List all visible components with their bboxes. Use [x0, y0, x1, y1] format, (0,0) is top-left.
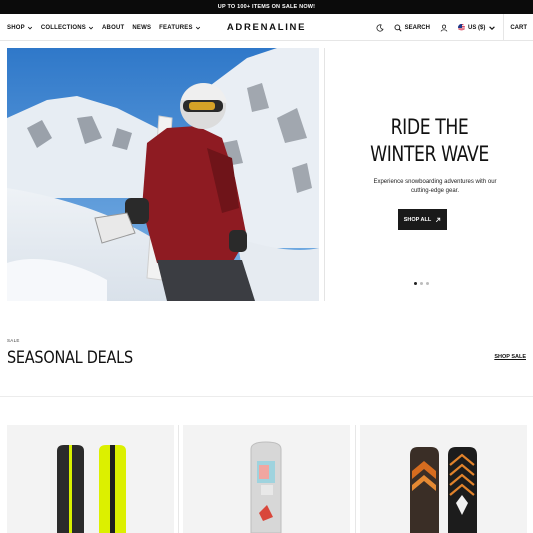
- chevron-down-icon: [489, 25, 496, 30]
- main-nav: SHOP COLLECTIONS ABOUT NEWS FEATURES: [7, 14, 201, 41]
- slide-dot-2[interactable]: [420, 282, 423, 285]
- nav-news-label: NEWS: [132, 24, 152, 31]
- arrow-up-right-icon: [436, 217, 441, 222]
- hero-title-line-1: RIDE THE: [390, 115, 469, 139]
- theme-toggle-button[interactable]: [371, 14, 389, 41]
- hero-title: RIDE THE WINTER WAVE: [345, 114, 515, 168]
- currency-selector[interactable]: US ($): [453, 14, 501, 41]
- chevron-down-icon: [195, 26, 200, 29]
- hero-subtitle: Experience snowboarding adventures with …: [350, 178, 520, 196]
- snowboarder-photo: [7, 48, 319, 301]
- section-divider: [0, 396, 533, 397]
- hero-divider: [324, 48, 325, 301]
- account-button[interactable]: [435, 14, 453, 41]
- hero-text-panel: RIDE THE WINTER WAVE Experience snowboar…: [326, 48, 533, 301]
- search-label: SEARCH: [404, 24, 430, 31]
- account-icon: [440, 24, 448, 32]
- nav-collections-label: COLLECTIONS: [40, 24, 87, 31]
- slide-dots: [414, 282, 429, 285]
- search-icon: [394, 24, 402, 32]
- product-card-2[interactable]: [183, 425, 350, 533]
- search-button[interactable]: SEARCH: [389, 14, 435, 41]
- hero-image: [7, 48, 319, 301]
- product-card-1[interactable]: [7, 425, 174, 533]
- nav-collections[interactable]: COLLECTIONS: [41, 25, 94, 31]
- chevron-down-icon: [88, 26, 94, 29]
- nav-news[interactable]: NEWS: [132, 25, 151, 31]
- shop-all-button[interactable]: SHOP ALL: [398, 209, 447, 230]
- announcement-text: UP TO 100+ ITEMS ON SALE NOW!: [217, 4, 316, 10]
- hero-subtitle-line-1: Experience snowboarding adventures with …: [373, 179, 497, 185]
- currency-label: US ($): [467, 24, 486, 31]
- header-tools: SEARCH US ($) CART: [371, 14, 533, 41]
- section-eyebrow: SALE: [7, 338, 20, 343]
- us-flag-icon: [457, 24, 465, 31]
- slide-dot-1[interactable]: [414, 282, 417, 285]
- hero-subtitle-line-2: cutting-edge gear.: [410, 188, 460, 194]
- cart-button[interactable]: CART: [503, 14, 533, 41]
- nav-about-label: ABOUT: [102, 24, 125, 31]
- chevron-down-icon: [27, 26, 32, 29]
- announcement-bar: UP TO 100+ ITEMS ON SALE NOW!: [0, 0, 533, 14]
- hero-title-line-2: WINTER WAVE: [370, 142, 489, 166]
- shop-all-label: SHOP ALL: [403, 216, 432, 223]
- card-separator: [178, 425, 179, 533]
- nav-about[interactable]: ABOUT: [102, 25, 124, 31]
- nav-shop-label: SHOP: [7, 24, 25, 31]
- section-title: SEASONAL DEALS: [7, 348, 133, 368]
- site-header: SHOP COLLECTIONS ABOUT NEWS FEATURES ADR…: [0, 14, 533, 41]
- nav-shop[interactable]: SHOP: [7, 25, 33, 31]
- black-yellow-snowboards-image: [57, 445, 126, 533]
- card-separator: [355, 425, 356, 533]
- slide-dot-3[interactable]: [426, 282, 429, 285]
- shop-sale-link[interactable]: SHOP SALE: [494, 354, 526, 360]
- nav-features[interactable]: FEATURES: [159, 25, 201, 31]
- product-card-3[interactable]: [360, 425, 527, 533]
- cart-label: CART: [510, 24, 527, 31]
- moon-icon: [376, 23, 384, 31]
- nav-features-label: FEATURES: [159, 24, 193, 31]
- white-graphic-snowboard-image: [250, 441, 282, 533]
- brown-pattern-snowboards-image: [410, 447, 477, 533]
